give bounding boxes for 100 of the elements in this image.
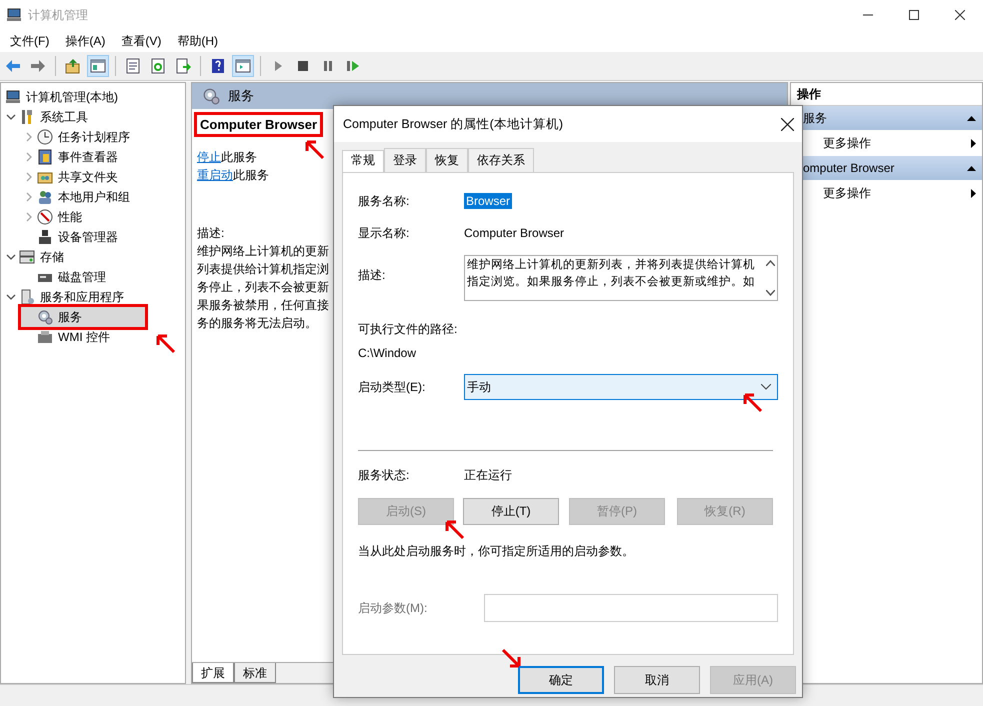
annotation-arrow (742, 392, 764, 414)
users-icon (37, 189, 53, 205)
field-label: 启动类型(E): (358, 378, 426, 396)
dialog-button[interactable]: 确定 (518, 666, 604, 694)
server-icon (19, 289, 35, 305)
up-icon (65, 58, 81, 74)
forward-icon (30, 58, 46, 74)
service-name-value: Browser (464, 193, 512, 209)
service-button[interactable]: 停止(T) (463, 498, 559, 525)
close-icon[interactable] (780, 118, 794, 130)
action-item[interactable]: 更多操作 (791, 130, 982, 156)
tree-item[interactable]: 本地用户和组 (21, 187, 138, 207)
collapse-icon[interactable] (967, 166, 976, 170)
field-label: 可执行文件的路径: (358, 321, 458, 338)
action-item[interactable]: 更多操作 (791, 180, 982, 206)
scroll-down-icon[interactable] (766, 290, 774, 296)
field-label: 启动参数(M): (358, 600, 428, 616)
action-link[interactable]: 停止 (197, 150, 221, 164)
service-name: Computer Browser (197, 115, 320, 134)
view-tab[interactable]: 标准 (234, 663, 276, 683)
description-label: 描述: (197, 225, 224, 242)
pane-title: 服务 (228, 87, 254, 105)
toolbar-button[interactable] (232, 55, 254, 77)
status-value: 正在运行 (464, 467, 513, 484)
tree-item[interactable]: 任务计划程序 (21, 127, 138, 147)
submenu-arrow-icon (971, 138, 976, 148)
window-title: 计算机管理 (28, 6, 89, 24)
back-icon (5, 58, 21, 74)
scroll-up-icon[interactable] (766, 260, 774, 266)
tree-item[interactable]: 设备管理器 (21, 227, 126, 247)
tree-item[interactable]: 磁盘管理 (21, 267, 114, 287)
stop-icon (295, 58, 311, 74)
wmi-icon (37, 329, 53, 345)
action-text: 重启动此服务 (197, 167, 269, 184)
tools-icon (19, 109, 35, 125)
tree-item[interactable]: 服务 (21, 307, 145, 327)
field-label: 服务状态: (358, 467, 410, 484)
props-icon (125, 58, 141, 74)
annotation-arrow (304, 139, 326, 161)
pane-icon (235, 58, 251, 74)
action-text: 停止此服务 (197, 149, 257, 166)
field-label: 描述: (358, 267, 386, 284)
tab[interactable]: 恢复 (426, 148, 468, 172)
tree-item[interactable]: 事件查看器 (21, 147, 126, 167)
tree-item[interactable]: WMI 控件 (21, 327, 118, 347)
path-value: C:\Window (358, 346, 418, 360)
startup-type-dropdown[interactable]: 手动 (464, 374, 778, 400)
chevron-down-icon[interactable] (6, 112, 16, 122)
maximize-icon[interactable] (909, 10, 919, 20)
tree-item[interactable]: 服务和应用程序 (3, 287, 132, 307)
view-tab[interactable]: 扩展 (192, 663, 234, 683)
log-icon (37, 149, 53, 165)
storage-icon (19, 249, 35, 265)
description-text: 果服务被禁用，任何直接 (197, 297, 329, 314)
menu-item[interactable]: 文件(F) (2, 30, 58, 52)
description-text: 务停止，列表不会被更新 (197, 279, 329, 296)
annotation-arrow (500, 647, 522, 669)
annotation-arrow (444, 519, 466, 541)
tree-item[interactable]: 计算机管理(本地) (5, 87, 126, 107)
menu-item[interactable]: 操作(A) (57, 30, 114, 52)
tree-icon (90, 58, 106, 74)
menu-item[interactable]: 查看(V) (113, 30, 170, 52)
description-text: 列表提供给计算机指定浏 (197, 261, 329, 278)
tab[interactable]: 依存关系 (468, 148, 534, 172)
tree-item[interactable]: 共享文件夹 (21, 167, 126, 187)
resume-icon (345, 58, 361, 74)
dialog-button[interactable]: 取消 (614, 666, 700, 694)
tab[interactable]: 常规 (342, 150, 384, 172)
chevron-down-icon[interactable] (6, 292, 16, 302)
tree-item[interactable]: 性能 (21, 207, 90, 227)
collapse-icon[interactable] (967, 116, 976, 120)
close-icon[interactable] (955, 10, 965, 20)
description-text: 务的服务将无法启动。 (197, 315, 317, 332)
display-name-value: Computer Browser (464, 226, 566, 240)
gear-icon (37, 309, 53, 325)
annotation-arrow (155, 333, 177, 355)
computer-icon (5, 89, 21, 105)
hint-text: 当从此处启动服务时，你可指定所适用的启动参数。 (358, 543, 635, 560)
help-icon (210, 58, 226, 74)
field-label: 服务名称: (358, 192, 410, 210)
field-label: 显示名称: (358, 224, 410, 242)
gear-icon (202, 87, 220, 105)
tree-item[interactable]: 系统工具 (3, 107, 96, 127)
export-icon (175, 58, 191, 74)
chevron-down-icon[interactable] (6, 252, 16, 262)
tab[interactable]: 登录 (384, 148, 426, 172)
toolbar-button[interactable] (87, 55, 109, 77)
chevron-down-icon (761, 384, 771, 390)
description-field[interactable]: 维护网络上计算机的更新列表，并将列表提供给计算机 指定浏览。如果服务停止，列表不会被更新或维护。如 (464, 255, 778, 301)
tree-item[interactable]: 存储 (3, 247, 72, 267)
computer-icon (6, 7, 22, 23)
menu-item[interactable]: 帮助(H) (169, 30, 226, 52)
device-icon (37, 229, 53, 245)
refresh-icon (150, 58, 166, 74)
dialog-title: Computer Browser 的属性(本地计算机) (343, 116, 564, 132)
submenu-arrow-icon (971, 188, 976, 198)
perf-icon (37, 209, 53, 225)
action-link[interactable]: 重启动 (197, 168, 233, 182)
clock-icon (37, 129, 53, 145)
description-text: 维护网络上计算机的更新 (197, 243, 329, 260)
